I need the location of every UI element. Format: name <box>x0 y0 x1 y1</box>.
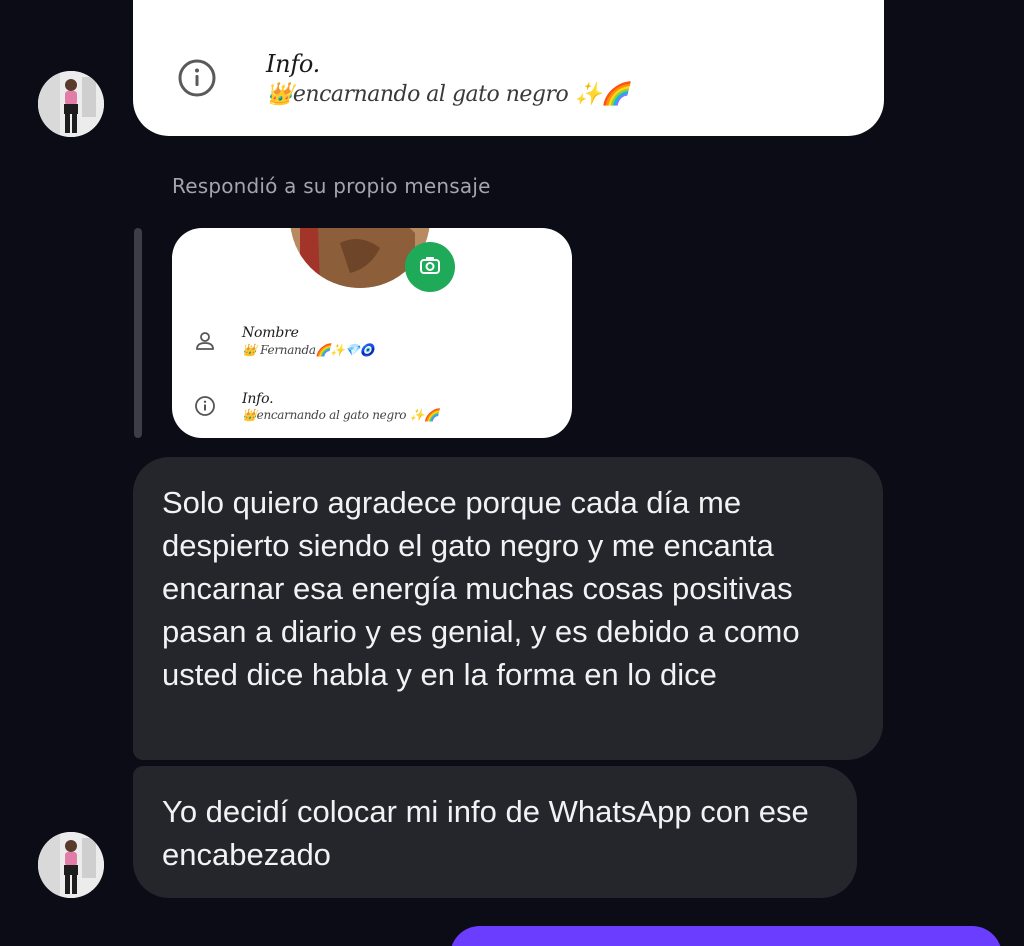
received-message[interactable]: Solo quiero agradece porque cada día me … <box>133 457 883 760</box>
chat-screen: Info. 👑encarnando al gato negro ✨🌈 Respo… <box>0 0 1024 946</box>
camera-button[interactable] <box>405 242 455 292</box>
info-value: 👑encarnando al gato negro ✨🌈 <box>242 408 439 422</box>
replied-profile-card[interactable]: Nombre 👑 Fernanda🌈✨💎🧿 Info. 👑encarnando … <box>172 228 572 438</box>
info-icon <box>177 58 217 98</box>
received-message[interactable]: Yo decidí colocar mi info de WhatsApp co… <box>133 766 857 898</box>
camera-icon <box>419 254 441 280</box>
reply-label: Respondió a su propio mensaje <box>172 174 491 198</box>
info-title: Info. <box>242 391 274 407</box>
shared-profile-card[interactable]: Info. 👑encarnando al gato negro ✨🌈 <box>133 0 884 136</box>
sent-message[interactable] <box>450 926 1002 946</box>
person-icon <box>194 330 216 352</box>
info-icon <box>194 395 216 417</box>
info-title: Info. <box>266 50 320 78</box>
sender-avatar[interactable] <box>38 832 104 898</box>
reply-quote-bar <box>134 228 142 438</box>
name-title: Nombre <box>242 325 299 341</box>
name-value: 👑 Fernanda🌈✨💎🧿 <box>242 343 375 357</box>
info-value: 👑encarnando al gato negro ✨🌈 <box>266 82 629 107</box>
sender-avatar[interactable] <box>38 71 104 137</box>
